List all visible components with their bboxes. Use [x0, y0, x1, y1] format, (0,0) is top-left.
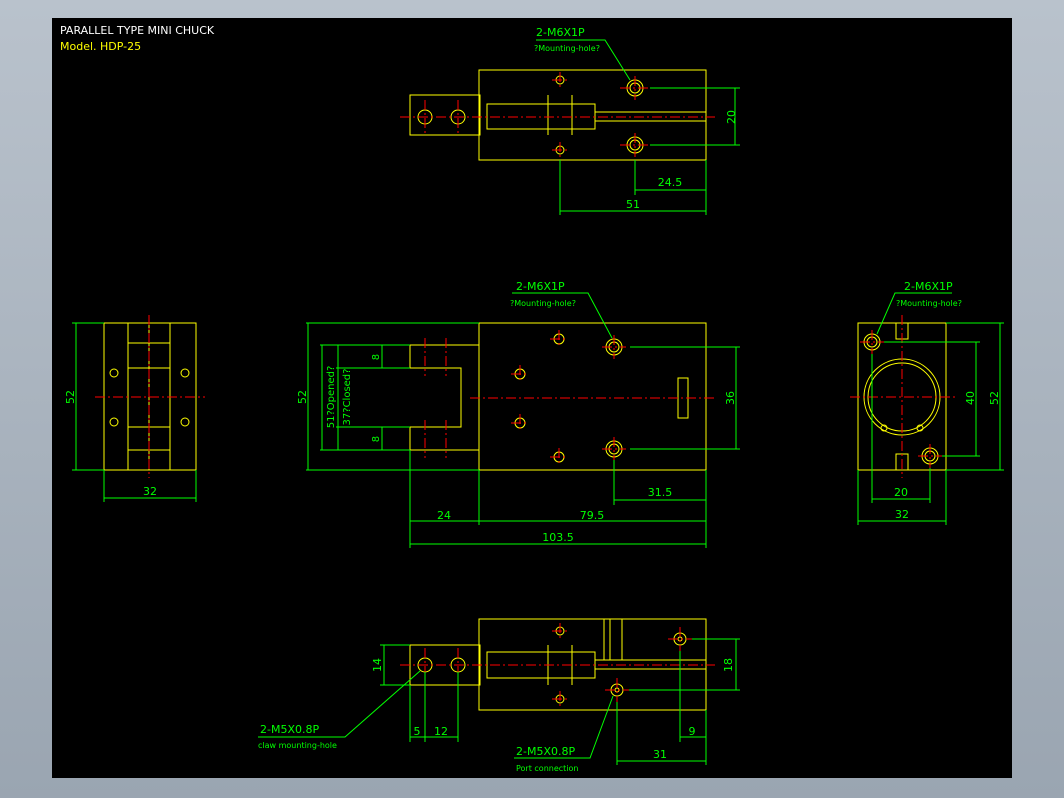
left-dim-52: 52 [64, 390, 77, 404]
bottom-dim-5: 5 [414, 725, 421, 738]
right-callout-note: ?Mounting-hole? [896, 299, 962, 308]
front-dim-8b: 8 [371, 436, 382, 442]
top-callout-note: ?Mounting-hole? [534, 44, 600, 53]
port-callout: 2-M5X0.8P [516, 745, 575, 758]
port-callout-note: Port connection [516, 764, 578, 773]
front-dim-31-5: 31.5 [648, 486, 673, 499]
claw-callout-note: claw mounting-hole [258, 741, 337, 750]
front-dim-79-5: 79.5 [580, 509, 605, 522]
front-dim-36: 36 [724, 391, 737, 405]
title-line2: Model. HDP-25 [60, 40, 141, 53]
front-dim-8a: 8 [371, 354, 382, 360]
front-view: 2-M6X1P ?Mounting-hole? 52 51?Opened? 37… [296, 280, 740, 548]
right-dim-52: 52 [988, 391, 1001, 405]
right-view: 2-M6X1P ?Mounting-hole? 40 52 20 32 [850, 280, 1004, 525]
front-dim-24: 24 [437, 509, 451, 522]
top-dim-24-5: 24.5 [658, 176, 683, 189]
bottom-dim-12: 12 [434, 725, 448, 738]
drawing-sheet: PARALLEL TYPE MINI CHUCK Model. HDP-25 2… [52, 18, 1012, 778]
right-dim-40: 40 [964, 391, 977, 405]
left-dim-32: 32 [143, 485, 157, 498]
top-dim-51: 51 [626, 198, 640, 211]
front-dim-opened: 51?Opened? [326, 366, 337, 429]
right-callout: 2-M6X1P [904, 280, 953, 293]
bottom-dim-31: 31 [653, 748, 667, 761]
bottom-dim-9: 9 [689, 725, 696, 738]
left-view: 52 32 [64, 315, 205, 502]
top-view: 2-M6X1P ?Mounting-hole? 20 24.5 51 [400, 26, 740, 215]
bottom-dim-18: 18 [722, 658, 735, 672]
title-line1: PARALLEL TYPE MINI CHUCK [60, 24, 215, 37]
top-view-body [478, 69, 707, 161]
cad-drawing: PARALLEL TYPE MINI CHUCK Model. HDP-25 2… [60, 24, 1004, 773]
front-view-claws [409, 344, 479, 451]
right-dim-20: 20 [894, 486, 908, 499]
front-callout-note: ?Mounting-hole? [510, 299, 576, 308]
front-view-body [478, 322, 707, 471]
top-callout: 2-M6X1P [536, 26, 585, 39]
bottom-view: 2-M5X0.8P claw mounting-hole 2-M5X0.8P P… [258, 618, 740, 773]
right-dim-32: 32 [895, 508, 909, 521]
front-dim-103-5: 103.5 [542, 531, 574, 544]
top-dim-20: 20 [725, 110, 738, 124]
front-dim-52: 52 [296, 390, 309, 404]
front-callout: 2-M6X1P [516, 280, 565, 293]
bottom-dim-14: 14 [371, 658, 384, 672]
top-view-claw [409, 94, 481, 136]
front-dim-closed: 37?Closed? [342, 369, 353, 426]
claw-callout: 2-M5X0.8P [260, 723, 319, 736]
